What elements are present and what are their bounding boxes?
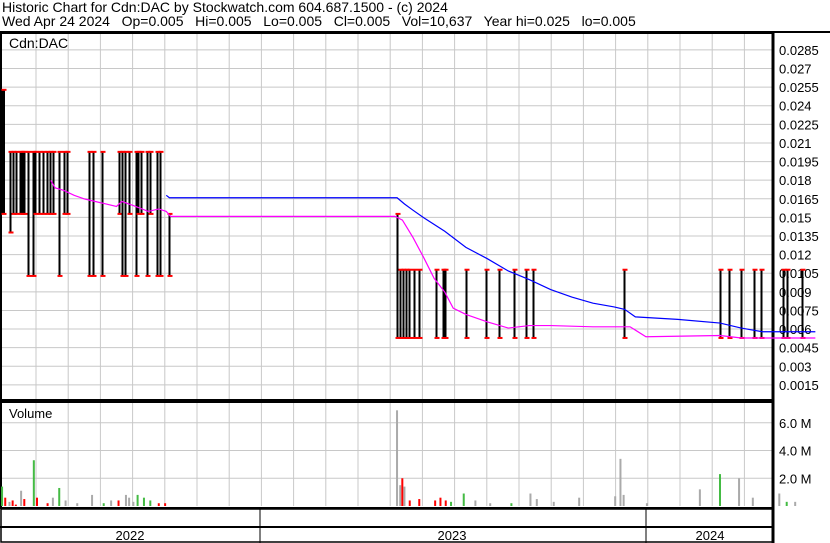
short-ma-line	[50, 180, 816, 339]
volume-bar	[751, 497, 754, 506]
volume-tick-label: 2.0 M	[779, 471, 812, 486]
volume-bar	[401, 478, 404, 506]
volume-bar	[619, 458, 622, 506]
y-tick-label: 0.0045	[779, 341, 819, 356]
volume-bar	[489, 503, 492, 506]
year-label: 2024	[696, 528, 725, 543]
volume-bar	[46, 503, 49, 506]
volume-bar	[399, 485, 402, 506]
volume-panel-frame	[0, 401, 774, 509]
volume-bar	[738, 478, 741, 506]
volume-bar	[622, 494, 625, 506]
y-tick-label: 0.0285	[779, 43, 819, 58]
volume-bar	[578, 497, 581, 506]
year-label: 2023	[438, 528, 467, 543]
y-tick-label: 0.027	[779, 62, 812, 77]
y-tick-label: 0.0195	[779, 155, 819, 170]
volume-bar	[76, 503, 79, 506]
volume-bar	[450, 501, 453, 506]
volume-bar	[439, 497, 442, 506]
y-tick-label: 0.015	[779, 210, 812, 225]
volume-bar	[718, 474, 721, 506]
volume-bar	[1, 486, 4, 506]
y-tick-label: 0.021	[779, 136, 812, 151]
volume-bar	[474, 500, 477, 506]
y-tick-label: 0.012	[779, 248, 812, 263]
volume-bar	[552, 501, 555, 506]
volume-bar	[614, 496, 617, 506]
volume-bar	[23, 499, 26, 506]
symbol-label: Cdn:DAC	[9, 35, 68, 51]
volume-bar	[64, 500, 67, 506]
volume-bar	[535, 499, 538, 506]
volume-bar	[529, 493, 532, 506]
long-ma-line	[165, 194, 816, 333]
volume-bar	[20, 490, 23, 506]
volume-bar	[51, 497, 54, 506]
volume-bar	[8, 501, 11, 506]
volume-bar	[58, 487, 61, 506]
volume-bar	[91, 494, 94, 506]
historic-chart: 0.0285 0.027 0.0255 0.024 0.0225 0.021 0.0195 0…	[0, 31, 830, 543]
volume-bar	[510, 503, 513, 506]
volume-bar	[418, 499, 421, 506]
volume-bar	[136, 494, 139, 506]
volume-bar	[396, 410, 399, 506]
volume-bar	[11, 500, 14, 506]
volume-bar	[462, 493, 465, 506]
volume-bar	[403, 486, 406, 506]
year-label: 2022	[116, 528, 145, 543]
y-tick-label: 0.0105	[779, 266, 819, 281]
y-tick-label: 0.003	[779, 359, 812, 374]
y-tick-label: 0.0255	[779, 80, 819, 95]
y-tick-label: 0.0225	[779, 117, 819, 132]
volume-bar	[785, 501, 788, 506]
volume-label: Volume	[9, 406, 52, 421]
y-tick-label: 0.0165	[779, 192, 819, 207]
y-tick-label: 0.0075	[779, 303, 819, 318]
volume-bar	[128, 497, 131, 506]
volume-bar	[142, 497, 145, 506]
volume-bar	[157, 503, 160, 506]
volume-tick-label: 4.0 M	[779, 444, 812, 459]
volume-bar	[698, 489, 701, 506]
y-tick-label: 0.024	[779, 99, 812, 114]
volume-bar	[110, 500, 113, 506]
volume-bar	[794, 501, 797, 506]
y-tick-label: 0.018	[779, 173, 812, 188]
volume-bar	[124, 494, 127, 506]
volume-bar	[14, 504, 17, 506]
volume-bar	[164, 503, 167, 506]
volume-bar	[149, 500, 152, 506]
y-tick-label: 0.0135	[779, 229, 819, 244]
volume-tick-label: 6.0 M	[779, 416, 812, 431]
volume-bar	[434, 500, 437, 506]
volume-bar	[102, 503, 105, 506]
volume-bar	[645, 503, 648, 506]
volume-bar	[778, 493, 781, 506]
volume-bar	[117, 500, 120, 506]
volume-bar	[32, 460, 35, 506]
volume-bar	[36, 497, 39, 506]
volume-bar	[4, 497, 7, 506]
volume-bar	[444, 500, 447, 506]
y-tick-label: 0.0015	[779, 378, 819, 393]
volume-bar	[132, 501, 135, 506]
volume-bar	[408, 500, 411, 506]
